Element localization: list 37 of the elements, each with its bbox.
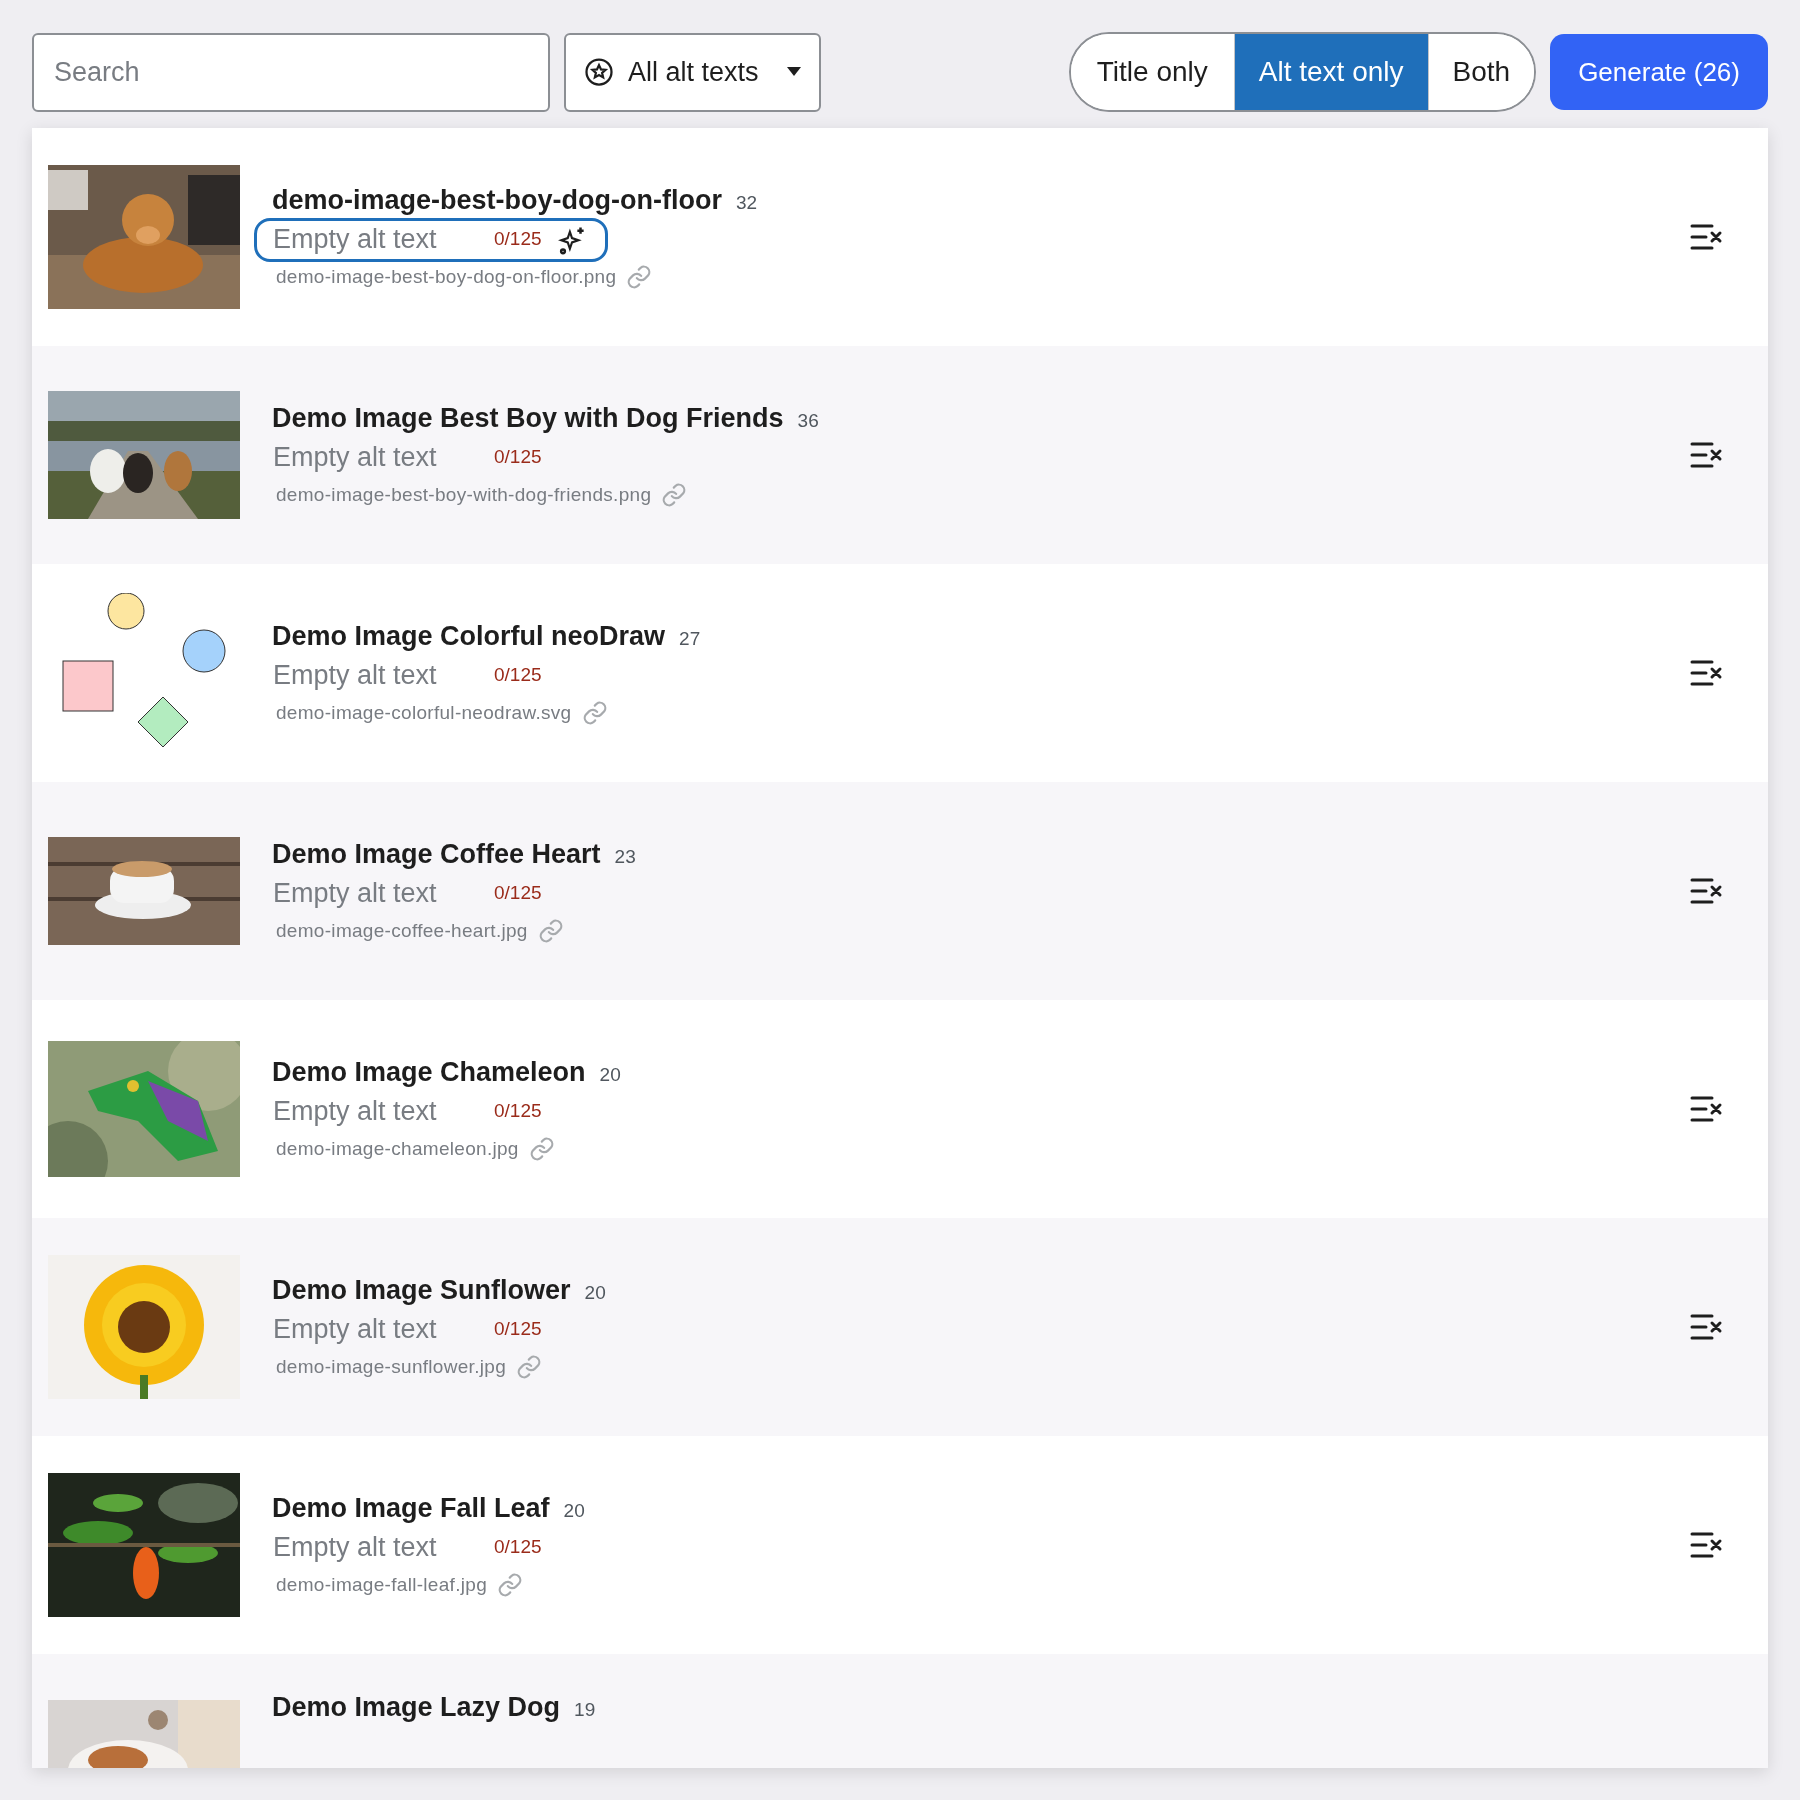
image-title: Demo Image Coffee Heart xyxy=(272,838,601,870)
character-count: 20 xyxy=(584,1281,606,1304)
character-limit: 0/125 xyxy=(494,1099,542,1122)
character-limit: 0/125 xyxy=(494,445,542,468)
character-count: 27 xyxy=(679,627,701,650)
file-name: demo-image-chameleon.jpg xyxy=(276,1137,519,1160)
character-limit: 0/125 xyxy=(494,881,542,904)
file-name: demo-image-coffee-heart.jpg xyxy=(276,919,528,942)
image-title: Demo Image Chameleon xyxy=(272,1056,586,1088)
mode-tab[interactable]: Alt text only xyxy=(1233,34,1428,110)
character-count: 20 xyxy=(599,1063,621,1086)
file-name: demo-image-sunflower.jpg xyxy=(276,1355,507,1378)
mode-tab[interactable]: Both xyxy=(1427,34,1535,110)
character-limit: 0/125 xyxy=(494,227,542,250)
generate-button[interactable]: Generate (26) xyxy=(1550,34,1768,110)
character-count: 20 xyxy=(563,1499,585,1522)
file-name: demo-image-fall-leaf.jpg xyxy=(276,1573,487,1596)
image-title: Demo Image Fall Leaf xyxy=(272,1492,550,1524)
character-limit: 0/125 xyxy=(494,1317,542,1340)
character-count: 32 xyxy=(735,191,758,214)
star-badge-icon xyxy=(584,57,614,87)
caret-icon xyxy=(787,67,801,77)
file-name: demo-image-best-boy-with-dog-friends.png xyxy=(276,483,652,506)
character-count: 23 xyxy=(614,845,636,868)
character-count: 19 xyxy=(574,1699,596,1721)
search-field[interactable]: Search xyxy=(32,32,550,112)
image-title: Demo Image Best Boy with Dog Friends xyxy=(272,402,784,434)
character-count: 36 xyxy=(797,409,819,432)
image-title: Demo Image Lazy Dog xyxy=(272,1692,561,1723)
filter-dropdown[interactable]: All alt texts xyxy=(564,32,821,112)
character-limit: 0/125 xyxy=(494,663,542,686)
file-name: demo-image-best-boy-dog-on-floor.png xyxy=(276,265,617,288)
image-title: demo-image-best-boy-dog-on-floor xyxy=(272,184,722,216)
image-title: Demo Image Colorful neoDraw xyxy=(272,620,666,652)
image-title: Demo Image Sunflower xyxy=(272,1274,571,1306)
character-limit: 0/125 xyxy=(494,1535,542,1558)
file-name: demo-image-colorful-neodraw.svg xyxy=(276,701,572,724)
